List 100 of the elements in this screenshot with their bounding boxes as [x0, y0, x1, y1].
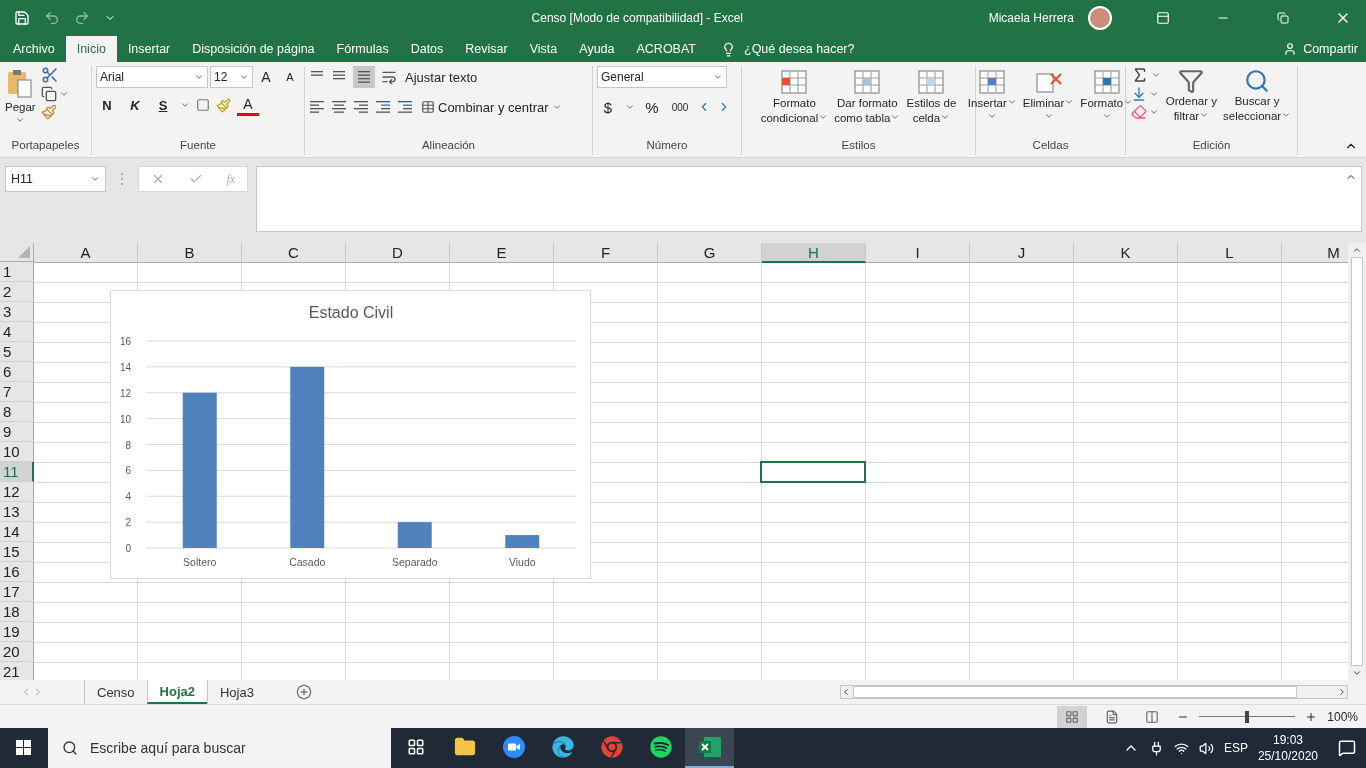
ribbon-button[interactable]: Dar formato como tabla — [833, 66, 902, 139]
row-header[interactable]: 19 — [0, 622, 34, 642]
column-header[interactable]: D — [346, 243, 450, 263]
scroll-right-icon[interactable] — [1337, 687, 1347, 697]
column-header[interactable]: L — [1178, 243, 1282, 263]
row-header[interactable]: 6 — [0, 362, 34, 382]
align-left-icon[interactable] — [309, 100, 325, 114]
column-header[interactable]: J — [970, 243, 1074, 263]
column-header[interactable]: A — [34, 243, 138, 263]
restore-icon[interactable] — [1277, 12, 1289, 24]
ribbon-button[interactable]: Insertar — [966, 66, 1018, 139]
row-header[interactable]: 10 — [0, 442, 34, 462]
ribbon-tab[interactable]: Insertar — [116, 36, 182, 62]
ribbon-button[interactable]: Ordenar y filtrar — [1164, 66, 1218, 139]
sheet-tab[interactable]: Hoja2 — [146, 680, 207, 704]
scroll-up-icon[interactable] — [1352, 245, 1362, 255]
row-header[interactable]: 1 — [0, 262, 34, 282]
volume-icon[interactable] — [1198, 740, 1214, 756]
row-header[interactable]: 16 — [0, 562, 34, 582]
percent-button[interactable]: % — [641, 96, 663, 118]
active-cell[interactable] — [760, 461, 866, 483]
ribbon-tab[interactable]: Vista — [518, 36, 569, 62]
row-header[interactable]: 21 — [0, 662, 34, 680]
copy-icon[interactable] — [40, 86, 57, 102]
italic-button[interactable]: K — [124, 94, 146, 116]
ribbon-button[interactable]: Formato — [1079, 66, 1135, 139]
ribbon-tab[interactable]: Inicio — [65, 36, 117, 62]
column-header[interactable]: G — [658, 243, 762, 263]
language-indicator[interactable]: ESP — [1223, 741, 1248, 755]
row-header[interactable]: 20 — [0, 642, 34, 662]
user-icon[interactable] — [1283, 42, 1298, 56]
row-header[interactable]: 4 — [0, 322, 34, 342]
column-header[interactable]: K — [1074, 243, 1178, 263]
add-sheet-icon[interactable] — [295, 684, 312, 700]
font-color-button[interactable]: A — [237, 94, 259, 116]
shrink-font-button[interactable]: A — [279, 66, 301, 88]
font-name-field[interactable]: Arial — [96, 66, 208, 88]
currency-button[interactable]: $ — [597, 96, 619, 118]
column-header[interactable]: C — [242, 243, 346, 263]
ribbon-button[interactable]: Buscar y seleccionar — [1222, 66, 1293, 139]
column-header[interactable]: I — [866, 243, 970, 263]
cut-icon[interactable] — [40, 66, 59, 84]
wifi-icon[interactable] — [1173, 740, 1189, 756]
ribbon-tab[interactable]: Revisar — [454, 36, 519, 62]
ribbon-tab[interactable]: ACROBAT — [625, 36, 707, 62]
ribbon-button[interactable]: Eliminar — [1021, 66, 1076, 139]
decrease-indent-icon[interactable] — [375, 100, 391, 114]
scroll-thumb[interactable] — [1351, 257, 1363, 666]
tell-me-field[interactable]: ¿Qué desea hacer? — [744, 42, 855, 56]
increase-indent-icon[interactable] — [397, 100, 413, 114]
ribbon-button[interactable]: Formato condicional — [759, 66, 830, 139]
taskbar-search-field[interactable]: Escribe aquí para buscar — [48, 728, 391, 768]
underline-button[interactable]: S — [152, 94, 174, 116]
row-header[interactable]: 3 — [0, 302, 34, 322]
normal-view-button[interactable] — [1057, 705, 1088, 728]
share-link[interactable]: Compartir — [1303, 42, 1358, 56]
windows-logo[interactable] — [16, 740, 32, 756]
row-header[interactable]: 8 — [0, 402, 34, 422]
formula-input[interactable] — [256, 166, 1362, 232]
scroll-thumb[interactable] — [853, 686, 1297, 698]
paste-button[interactable]: Pegar — [4, 66, 37, 139]
clock[interactable]: 19:03 25/10/2020 — [1257, 732, 1318, 764]
row-header[interactable]: 17 — [0, 582, 34, 602]
row-header[interactable]: 2 — [0, 282, 34, 302]
wrap-text-button[interactable]: Ajustar texto — [403, 66, 480, 88]
save-icon[interactable] — [14, 10, 30, 26]
grow-font-button[interactable]: A — [255, 66, 277, 88]
redo-icon[interactable] — [74, 10, 90, 26]
row-header[interactable]: 12 — [0, 482, 34, 502]
notifications-icon[interactable] — [1338, 739, 1356, 757]
row-header[interactable]: 11 — [0, 462, 34, 482]
row-header[interactable]: 5 — [0, 342, 34, 362]
row-header[interactable]: 18 — [0, 602, 34, 622]
align-center-icon[interactable] — [331, 100, 347, 114]
ribbon-tab[interactable]: Fórmulas — [325, 36, 400, 62]
row-header[interactable]: 9 — [0, 422, 34, 442]
eraser-icon[interactable] — [1130, 104, 1147, 120]
number-format-field[interactable]: General — [597, 66, 727, 88]
column-header[interactable]: H — [762, 243, 866, 263]
row-header[interactable]: 15 — [0, 542, 34, 562]
slider-thumb[interactable] — [1245, 710, 1250, 723]
column-header[interactable]: M — [1282, 243, 1348, 263]
zoom-in-icon[interactable] — [1305, 710, 1318, 723]
scroll-left-icon[interactable] — [841, 687, 851, 697]
fill-color-icon[interactable] — [216, 97, 231, 113]
column-header[interactable]: E — [450, 243, 554, 263]
font-size-field[interactable]: 12 — [210, 66, 253, 88]
row-header[interactable]: 7 — [0, 382, 34, 402]
scroll-down-icon[interactable] — [1352, 668, 1362, 678]
ribbon-tab[interactable]: Ayuda — [568, 36, 626, 62]
align-right-icon[interactable] — [353, 100, 369, 114]
ribbon-tab[interactable]: Datos — [399, 36, 455, 62]
borders-icon[interactable] — [196, 98, 210, 112]
name-box[interactable]: H11 — [5, 166, 106, 192]
column-header[interactable]: B — [138, 243, 242, 263]
thousands-button[interactable]: 000 — [669, 96, 691, 118]
ribbon-button[interactable]: Estilos de celda — [905, 66, 958, 139]
merge-center-button[interactable]: Combinar y centrar — [419, 96, 564, 118]
ribbon-display-icon[interactable] — [1156, 11, 1170, 25]
undo-icon[interactable] — [44, 10, 60, 26]
